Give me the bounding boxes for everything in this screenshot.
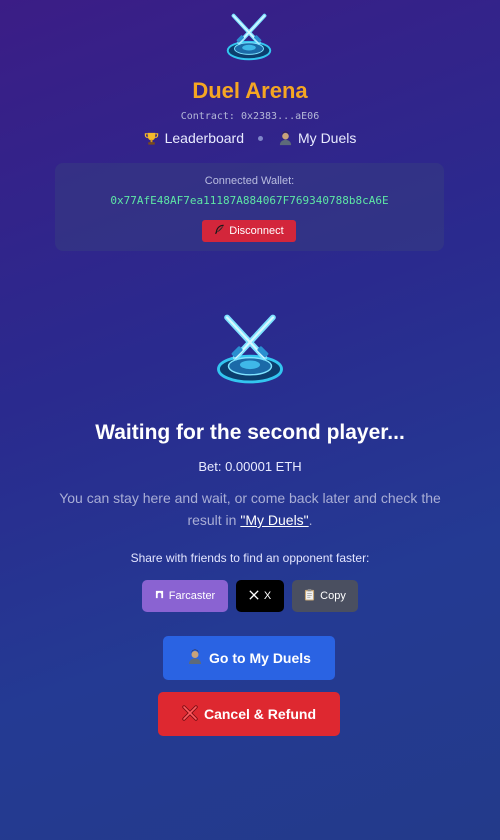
cross-icon	[182, 704, 198, 724]
top-nav: Leaderboard My Duels	[0, 130, 500, 146]
contract-address: Contract: 0x2383...aE06	[180, 111, 320, 122]
x-logo-icon	[249, 589, 259, 603]
my-duels-link[interactable]: My Duels	[277, 130, 356, 146]
feather-icon	[214, 224, 225, 238]
my-duels-inline-link[interactable]: "My Duels"	[240, 512, 308, 528]
status-description: You can stay here and wait, or come back…	[55, 487, 445, 531]
user-icon	[187, 649, 203, 668]
farcaster-label: Farcaster	[168, 590, 216, 602]
share-x-button[interactable]: X	[236, 580, 284, 612]
leaderboard-label: Leaderboard	[164, 130, 245, 146]
disconnect-label: Disconnect	[229, 225, 284, 237]
app-title: Duel Arena	[192, 78, 308, 103]
leaderboard-link[interactable]: Leaderboard	[144, 130, 244, 146]
wallet-card: Connected Wallet: 0x77AfE48AF7ea11187A88…	[55, 163, 444, 251]
cancel-refund-button[interactable]: Cancel & Refund	[158, 692, 340, 736]
share-buttons: Farcaster X Copy	[0, 580, 500, 612]
nav-separator	[258, 135, 264, 141]
copy-label: Copy	[320, 590, 346, 602]
my-duels-label: My Duels	[298, 130, 357, 146]
wallet-address: 0x77AfE48AF7ea11187A884067F769340788b8cA…	[110, 194, 389, 207]
wallet-label: Connected Wallet:	[204, 175, 295, 187]
clipboard-icon	[304, 588, 315, 604]
farcaster-icon	[155, 590, 164, 602]
bet-amount: Bet: 0.00001 ETH	[198, 459, 302, 474]
share-farcaster-button[interactable]: Farcaster	[142, 580, 228, 612]
trophy-icon	[144, 130, 160, 146]
go-to-my-duels-button[interactable]: Go to My Duels	[163, 636, 335, 680]
description-suffix: .	[308, 512, 313, 528]
copy-link-button[interactable]: Copy	[292, 580, 358, 612]
arena-logo-icon	[220, 8, 278, 66]
status-heading: Waiting for the second player...	[95, 421, 405, 444]
cancel-refund-label: Cancel & Refund	[203, 706, 316, 722]
x-label: X	[263, 590, 272, 602]
disconnect-button[interactable]: Disconnect	[202, 220, 296, 242]
go-to-my-duels-label: Go to My Duels	[209, 650, 311, 666]
user-icon	[277, 130, 293, 146]
arena-logo-icon	[207, 306, 293, 392]
share-label: Share with friends to find an opponent f…	[130, 551, 370, 565]
